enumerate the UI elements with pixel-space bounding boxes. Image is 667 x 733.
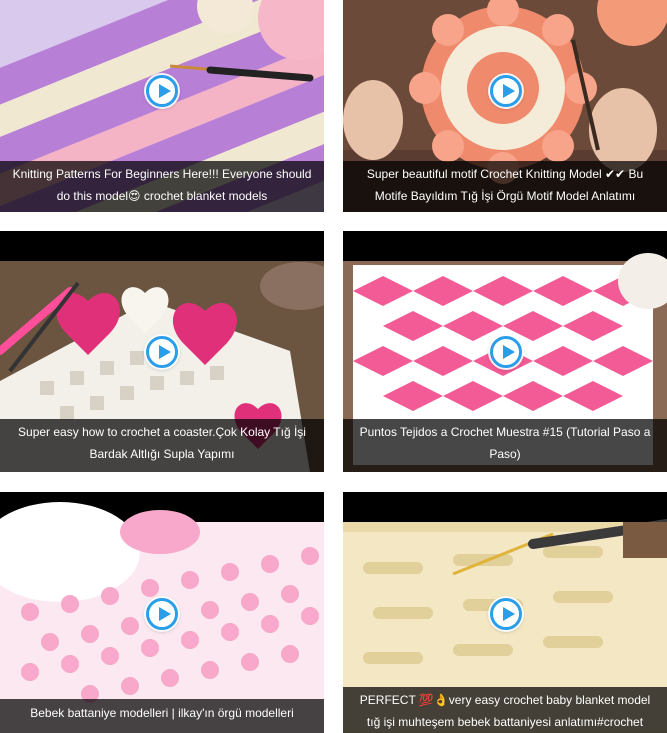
play-icon[interactable]	[146, 75, 178, 107]
video-title[interactable]: Puntos Tejidos a Crochet Muestra #15 (Tu…	[343, 419, 667, 472]
play-icon[interactable]	[490, 598, 522, 630]
video-title[interactable]: Bebek battaniye modelleri | ilkay'ın örg…	[0, 699, 324, 733]
play-icon[interactable]	[490, 75, 522, 107]
video-title[interactable]: Knitting Patterns For Beginners Here!!! …	[0, 161, 324, 212]
video-card-1[interactable]: Knitting Patterns For Beginners Here!!! …	[0, 0, 324, 212]
video-card-4[interactable]: Puntos Tejidos a Crochet Muestra #15 (Tu…	[343, 231, 667, 472]
video-title[interactable]: Super easy how to crochet a coaster.Çok …	[0, 419, 324, 472]
video-card-2[interactable]: Super beautiful motif Crochet Knitting M…	[343, 0, 667, 212]
play-icon[interactable]	[146, 598, 178, 630]
play-icon[interactable]	[146, 336, 178, 368]
play-icon[interactable]	[490, 336, 522, 368]
video-title[interactable]: PERFECT 💯👌very easy crochet baby blanket…	[343, 687, 667, 733]
video-title[interactable]: Super beautiful motif Crochet Knitting M…	[343, 161, 667, 212]
video-card-5[interactable]: Bebek battaniye modelleri | ilkay'ın örg…	[0, 492, 324, 733]
video-card-3[interactable]: Super easy how to crochet a coaster.Çok …	[0, 231, 324, 472]
video-card-6[interactable]: PERFECT 💯👌very easy crochet baby blanket…	[343, 492, 667, 733]
